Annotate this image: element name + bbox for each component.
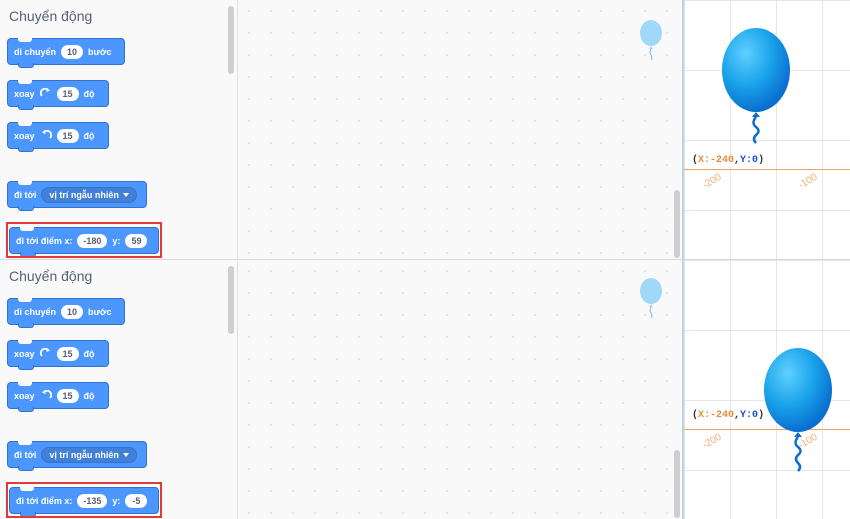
coord-y: Y:0 bbox=[740, 410, 759, 421]
turn-left-block[interactable]: xoay 15 độ bbox=[7, 122, 109, 152]
block-unit: độ bbox=[83, 88, 95, 99]
goto-target-dropdown[interactable]: vị trí ngẫu nhiên bbox=[41, 186, 137, 203]
rotate-clockwise-icon bbox=[39, 347, 50, 357]
block-unit: độ bbox=[83, 130, 95, 141]
coord-x: X:-240 bbox=[698, 155, 735, 166]
highlight-box bbox=[6, 482, 162, 518]
move-steps-block[interactable]: di chuyển 10 bước bbox=[7, 298, 125, 328]
coordinate-readout: (X:-240,Y:0) bbox=[692, 155, 765, 166]
axis-tick-label: -100 bbox=[796, 171, 820, 192]
chevron-down-icon bbox=[122, 192, 129, 197]
rotate-counterclockwise-icon bbox=[41, 129, 52, 139]
sprite-balloon-icon bbox=[640, 20, 662, 60]
block-unit: độ bbox=[83, 390, 95, 401]
axis-tick-label: -200 bbox=[700, 431, 724, 452]
highlight-box bbox=[6, 222, 162, 258]
block-label: đi tới bbox=[14, 449, 37, 460]
category-title: Chuyển động bbox=[9, 8, 93, 24]
stage: -200 -100 (X:-240,Y:0) bbox=[682, 260, 850, 519]
dropdown-value: vị trí ngẫu nhiên bbox=[49, 189, 119, 200]
steps-input[interactable]: 10 bbox=[61, 44, 84, 59]
palette-scrollbar[interactable] bbox=[228, 266, 234, 334]
axis-tick-label: -200 bbox=[700, 171, 724, 192]
stage: -200 -100 (X:-240,Y:0) bbox=[682, 0, 850, 259]
code-workspace[interactable] bbox=[238, 260, 682, 519]
balloon-sprite-icon[interactable] bbox=[720, 26, 792, 144]
block-label: xoay bbox=[14, 130, 35, 141]
turn-left-block[interactable]: xoay 15 độ bbox=[7, 382, 109, 412]
rotate-clockwise-icon bbox=[39, 87, 50, 97]
coordinate-readout: (X:-240,Y:0) bbox=[692, 410, 765, 421]
block-unit: bước bbox=[88, 306, 112, 317]
scratch-panel-top: Chuyển động di chuyển 10 bước xoay 15 độ… bbox=[0, 0, 850, 259]
dropdown-value: vị trí ngẫu nhiên bbox=[49, 449, 119, 460]
goto-target-dropdown[interactable]: vị trí ngẫu nhiên bbox=[41, 446, 137, 463]
category-title: Chuyển động bbox=[9, 268, 93, 284]
steps-input[interactable]: 10 bbox=[61, 304, 84, 319]
degrees-input[interactable]: 15 bbox=[56, 388, 79, 403]
block-label: đi tới bbox=[14, 189, 37, 200]
block-unit: độ bbox=[83, 348, 95, 359]
workspace-scrollbar[interactable] bbox=[674, 190, 680, 258]
rotate-counterclockwise-icon bbox=[41, 389, 52, 399]
block-unit: bước bbox=[88, 46, 112, 57]
block-label: xoay bbox=[14, 348, 35, 359]
balloon-sprite-icon[interactable] bbox=[762, 346, 834, 490]
sprite-balloon-icon bbox=[640, 278, 662, 318]
goto-random-block[interactable]: đi tới vị trí ngẫu nhiên bbox=[7, 181, 147, 211]
block-label: xoay bbox=[14, 390, 35, 401]
x-axis-line bbox=[684, 169, 850, 170]
turn-right-block[interactable]: xoay 15 độ bbox=[7, 340, 109, 370]
coord-y: Y:0 bbox=[740, 155, 759, 166]
degrees-input[interactable]: 15 bbox=[56, 86, 79, 101]
block-label: di chuyển bbox=[14, 46, 57, 57]
code-workspace[interactable] bbox=[238, 0, 682, 259]
block-label: xoay bbox=[14, 88, 35, 99]
degrees-input[interactable]: 15 bbox=[56, 128, 79, 143]
degrees-input[interactable]: 15 bbox=[56, 346, 79, 361]
palette-scrollbar[interactable] bbox=[228, 6, 234, 74]
coord-x: X:-240 bbox=[698, 410, 735, 421]
turn-right-block[interactable]: xoay 15 độ bbox=[7, 80, 109, 110]
block-palette: Chuyển động di chuyển 10 bước xoay 15 độ… bbox=[0, 0, 238, 259]
goto-random-block[interactable]: đi tới vị trí ngẫu nhiên bbox=[7, 441, 147, 471]
block-label: di chuyển bbox=[14, 306, 57, 317]
block-palette: Chuyển động di chuyển 10 bước xoay 15 độ… bbox=[0, 260, 238, 519]
scratch-panel-bottom: Chuyển động di chuyển 10 bước xoay 15 độ… bbox=[0, 260, 850, 519]
workspace-scrollbar[interactable] bbox=[674, 450, 680, 518]
chevron-down-icon bbox=[122, 452, 129, 457]
move-steps-block[interactable]: di chuyển 10 bước bbox=[7, 38, 125, 68]
